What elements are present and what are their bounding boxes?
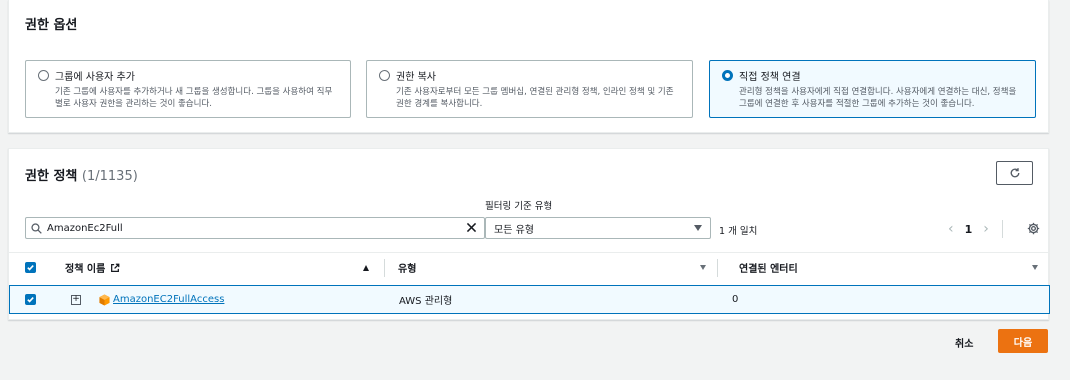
column-attached-entities[interactable]: 연결된 엔터티 xyxy=(739,260,798,275)
caret-down-icon xyxy=(694,225,702,231)
aws-managed-cube-icon xyxy=(99,294,110,306)
policy-search-input[interactable] xyxy=(47,222,457,234)
clear-icon[interactable] xyxy=(465,221,478,234)
filter-type-label: 필터링 기준 유형 xyxy=(485,201,553,212)
filter-type-value: 모든 유형 xyxy=(494,224,534,236)
policy-name-link[interactable]: AmazonEC2FullAccess xyxy=(113,294,224,305)
attached-entities-cell: 0 xyxy=(732,294,739,305)
row-checkbox[interactable] xyxy=(25,294,36,305)
option-description: 기존 사용자로부터 모든 그룹 멤버십, 연결된 관리형 정책, 인라인 정책 … xyxy=(396,87,674,109)
search-icon xyxy=(31,222,42,234)
permission-policies-panel: 권한 정책 (1/1135) 필터링 기준 유형 모든 유형 1 개 일치 ‹ … xyxy=(8,148,1050,320)
option-tile-add-to-group[interactable]: 그룹에 사용자 추가 기존 그룹에 사용자를 추가하거나 새 그룹을 생성합니다… xyxy=(25,60,351,118)
sort-down-icon[interactable] xyxy=(700,265,706,270)
column-policy-name[interactable]: 정책 이름 xyxy=(65,260,120,275)
permission-options-title: 권한 옵션 xyxy=(25,18,78,33)
current-page[interactable]: 1 xyxy=(965,223,973,236)
refresh-icon xyxy=(1010,168,1019,178)
policy-search-field[interactable] xyxy=(25,217,485,239)
column-divider xyxy=(384,258,385,277)
expand-icon[interactable]: + xyxy=(71,294,81,305)
chevron-right-icon[interactable]: › xyxy=(983,221,989,237)
match-count: 1 개 일치 xyxy=(719,226,758,237)
option-description: 관리형 정책을 사용자에게 직접 연결합니다. 사용자에게 연결하는 대신, 정… xyxy=(739,87,1017,109)
pager-divider xyxy=(1001,220,1003,238)
column-policy-name-label: 정책 이름 xyxy=(65,264,106,275)
refresh-button[interactable] xyxy=(996,161,1033,185)
gear-icon[interactable] xyxy=(1027,222,1040,235)
policy-type-cell: AWS 관리형 xyxy=(399,296,453,307)
external-link-icon xyxy=(111,263,120,272)
radio-icon[interactable] xyxy=(722,70,733,81)
radio-icon[interactable] xyxy=(38,70,49,81)
cancel-button[interactable]: 취소 xyxy=(955,335,973,350)
filter-type-select[interactable]: 모든 유형 xyxy=(485,217,711,239)
sort-down-icon[interactable] xyxy=(1032,265,1038,270)
radio-icon[interactable] xyxy=(379,70,390,81)
option-tile-copy-permissions[interactable]: 권한 복사 기존 사용자로부터 모든 그룹 멤버십, 연결된 관리형 정책, 인… xyxy=(366,60,693,118)
sort-up-icon[interactable] xyxy=(363,264,369,271)
option-label: 그룹에 사용자 추가 xyxy=(55,72,135,83)
option-label: 권한 복사 xyxy=(396,72,436,83)
column-divider xyxy=(717,258,718,277)
pagination: ‹ 1 › xyxy=(948,220,1003,238)
option-label: 직접 정책 연결 xyxy=(739,72,801,83)
next-button[interactable]: 다음 xyxy=(998,329,1048,353)
policies-title-text: 권한 정책 xyxy=(25,169,78,184)
table-header: 정책 이름 유형 연결된 엔터티 xyxy=(9,252,1050,282)
option-tile-attach-policies[interactable]: 직접 정책 연결 관리형 정책을 사용자에게 직접 연결합니다. 사용자에게 연… xyxy=(709,60,1036,118)
column-type[interactable]: 유형 xyxy=(398,260,416,275)
policies-title: 권한 정책 (1/1135) xyxy=(25,165,138,184)
permission-options-panel: 권한 옵션 그룹에 사용자 추가 기존 그룹에 사용자를 추가하거나 새 그룹을… xyxy=(8,0,1049,133)
option-description: 기존 그룹에 사용자를 추가하거나 새 그룹을 생성합니다. 그룹을 사용하여 … xyxy=(55,87,333,109)
table-row[interactable]: + AmazonEC2FullAccess AWS 관리형 0 xyxy=(9,285,1050,314)
chevron-left-icon[interactable]: ‹ xyxy=(948,221,954,237)
policies-count: (1/1135) xyxy=(81,169,138,184)
select-all-checkbox[interactable] xyxy=(25,262,36,273)
